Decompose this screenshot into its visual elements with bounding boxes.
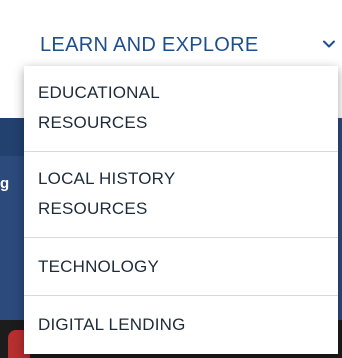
menu-item-technology[interactable]: TECHNOLOGY — [24, 238, 338, 296]
menu-item-local-history-resources[interactable]: LOCAL HISTORY RESOURCES — [24, 152, 338, 238]
menu-item-educational-resources[interactable]: EDUCATIONAL RESOURCES — [24, 66, 338, 152]
background-banner-edge — [338, 118, 342, 320]
menu-item-label: TECHNOLOGY — [38, 257, 160, 276]
learn-and-explore-nav[interactable]: LEARN AND EXPLORE — [0, 0, 342, 62]
nav-trigger-label: LEARN AND EXPLORE — [40, 34, 259, 56]
menu-item-label: DIGITAL LENDING — [38, 315, 186, 334]
page-stage: g LEARN AND EXPLORE EDUCATIONAL RESOURCE… — [0, 0, 342, 358]
menu-item-label: EDUCATIONAL RESOURCES — [38, 83, 160, 132]
chevron-down-icon — [323, 40, 335, 48]
background-partial-text: g — [0, 175, 10, 192]
menu-item-label: LOCAL HISTORY RESOURCES — [38, 169, 176, 218]
learn-and-explore-dropdown: EDUCATIONAL RESOURCES LOCAL HISTORY RESO… — [24, 66, 338, 354]
menu-item-digital-lending[interactable]: DIGITAL LENDING — [24, 296, 338, 354]
